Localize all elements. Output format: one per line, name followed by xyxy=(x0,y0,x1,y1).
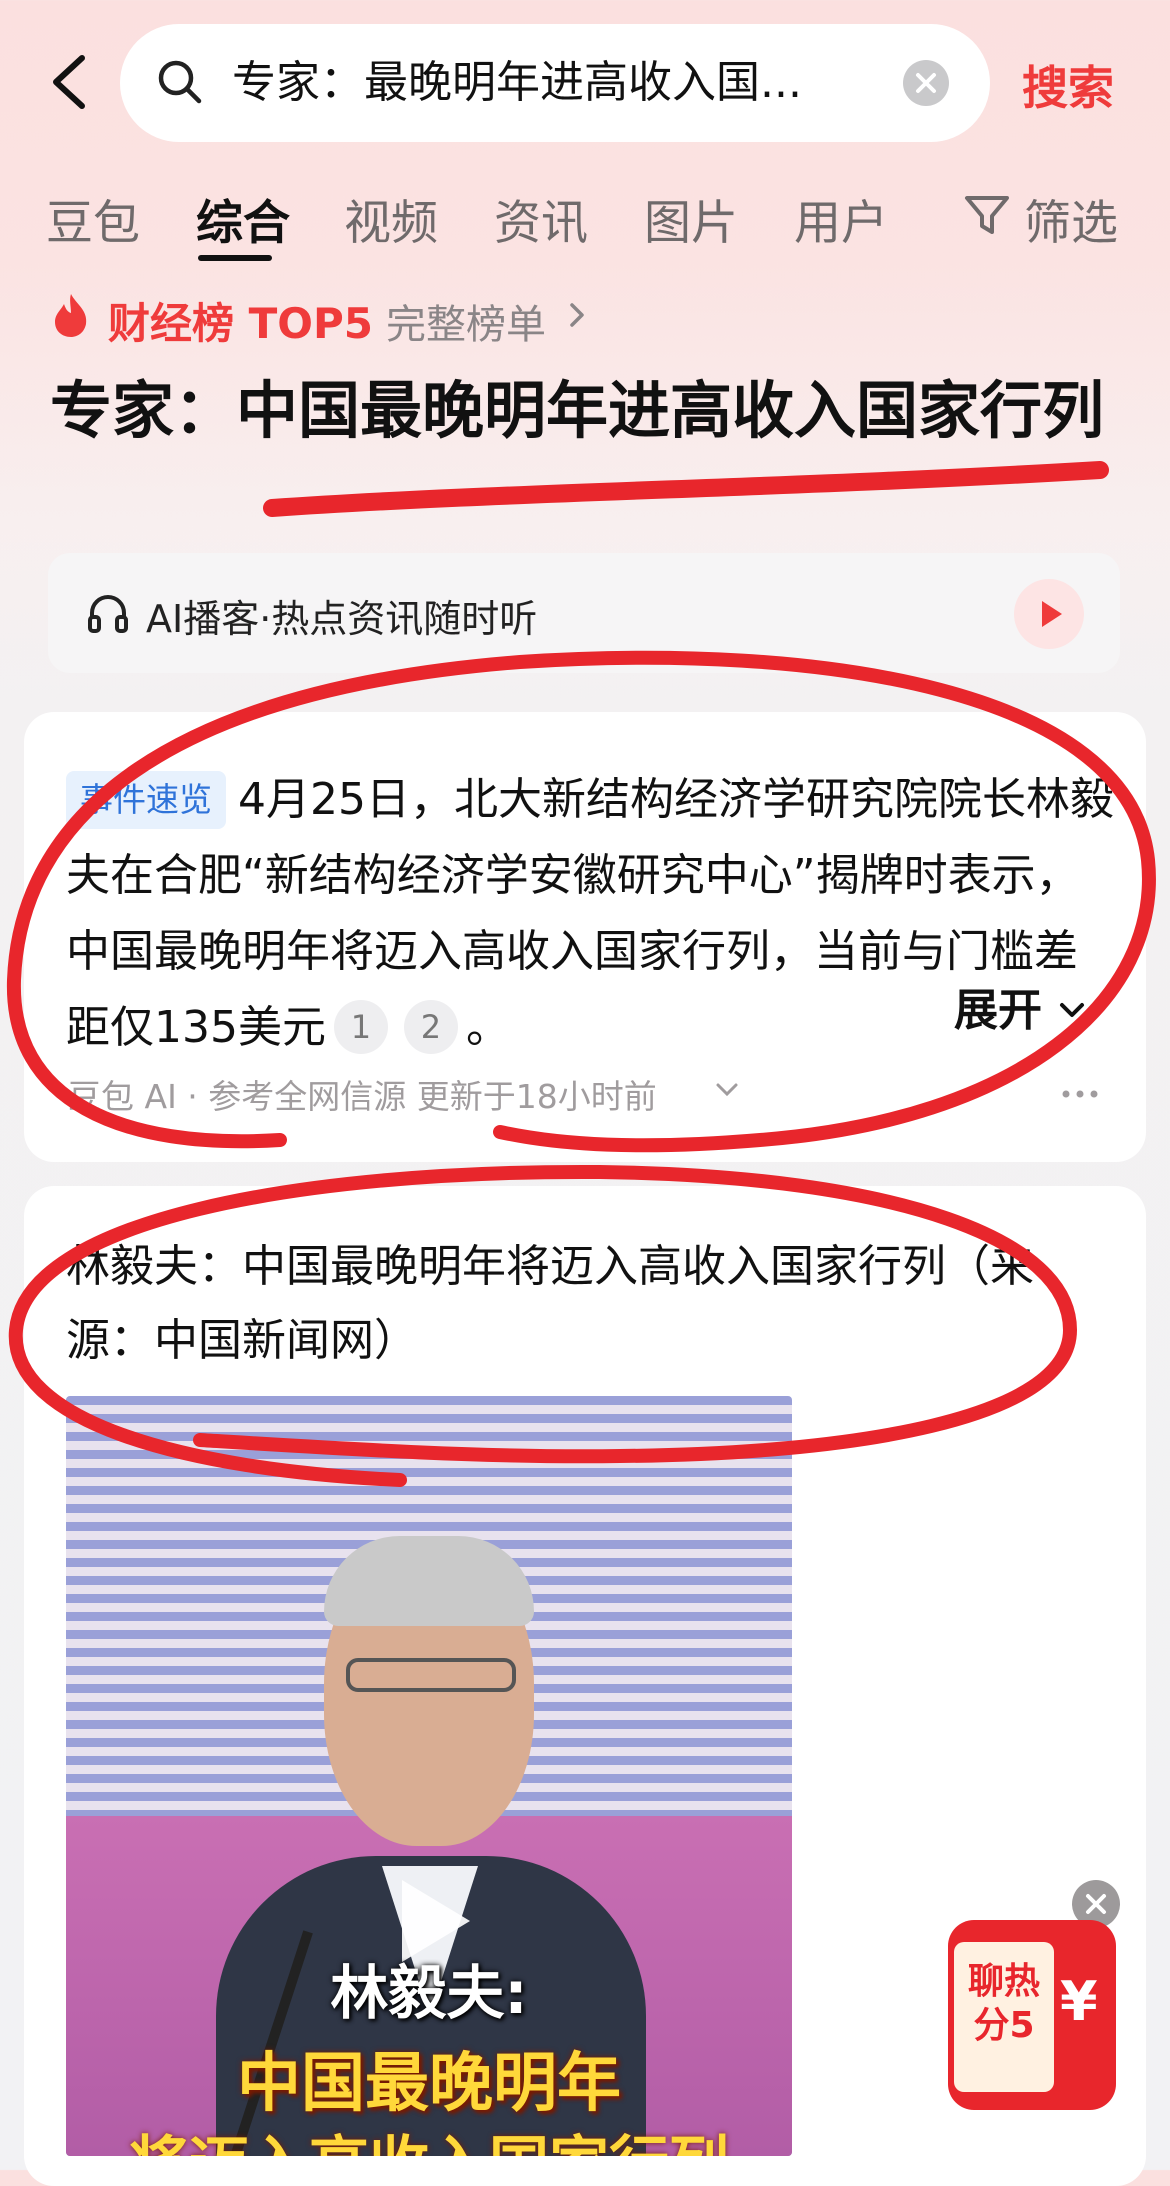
headline[interactable]: 专家：中国最晚明年进高收入国家行列 xyxy=(50,366,1120,456)
chevron-right-icon[interactable] xyxy=(566,300,588,330)
search-box[interactable]: 专家：最晚明年进高收入国... xyxy=(120,24,990,142)
podcast-label: AI播客·热点资讯随时听 xyxy=(146,597,538,641)
promo-line2: 分5 xyxy=(973,2005,1035,2046)
back-arrow-icon[interactable] xyxy=(44,52,96,112)
summary-end: 。 xyxy=(465,1002,510,1053)
search-input[interactable]: 专家：最晚明年进高收入国... xyxy=(232,54,892,112)
video-thumbnail[interactable]: 林毅夫: 中国最晚明年 将迈入高收入国家行列 xyxy=(66,1396,792,2156)
tab-users[interactable]: 用户 xyxy=(794,184,888,253)
promo-card: 聊热 分5 xyxy=(954,1942,1054,2092)
tab-news[interactable]: 资讯 xyxy=(494,184,588,253)
yen-icon: ¥ xyxy=(1060,1970,1098,2033)
expand-label: 展开 xyxy=(954,985,1042,1036)
tab-filter[interactable]: 筛选 xyxy=(1024,184,1118,253)
rank-label: 财经榜 TOP5 xyxy=(108,299,373,348)
speaker-glasses xyxy=(346,1658,516,1692)
active-tab-underline xyxy=(198,255,272,261)
tab-doubao[interactable]: 豆包 xyxy=(46,184,140,253)
search-icon xyxy=(156,58,204,106)
meta-chevron-down-icon[interactable] xyxy=(714,1080,740,1100)
event-summary-card[interactable]: 事件速览 4月25日，北大新结构经济学研究院院长林毅夫在合肥“新结构经济学安徽研究… xyxy=(24,712,1146,1162)
filter-icon[interactable] xyxy=(962,190,1012,240)
tab-video[interactable]: 视频 xyxy=(344,184,438,253)
headphone-icon xyxy=(86,591,130,635)
citation-2[interactable]: 2 xyxy=(403,1000,458,1054)
headline-underline-stroke xyxy=(263,461,1109,517)
event-badge: 事件速览 xyxy=(66,771,226,829)
speaker-hair xyxy=(324,1536,534,1626)
video-caption-line2: 中国最晚明年 xyxy=(237,2047,621,2121)
promo-line1: 聊热 xyxy=(967,1961,1040,2002)
ai-podcast-bar[interactable]: AI播客·热点资讯随时听 xyxy=(48,553,1120,673)
fire-icon xyxy=(52,292,90,338)
clear-icon[interactable] xyxy=(903,60,949,106)
more-icon[interactable] xyxy=(1060,1068,1100,1109)
source-meta: 豆包 AI · 参考全网信源 更新于18小时前 xyxy=(68,1077,657,1116)
tab-comprehensive[interactable]: 综合 xyxy=(196,184,290,253)
expand-button[interactable]: 展开 xyxy=(954,974,1087,1038)
citation-1[interactable]: 1 xyxy=(333,1000,388,1054)
video-caption-line3: 将迈入高收入国家行列 xyxy=(66,2116,792,2156)
news-title[interactable]: 林毅夫：中国最晚明年将迈入高收入国家行列（来源：中国新闻网） xyxy=(66,1230,1076,1378)
full-ranking-link[interactable]: 完整榜单 xyxy=(386,292,546,350)
chevron-down-icon xyxy=(1060,1003,1085,1017)
red-packet-promo[interactable]: 聊热 分5 ¥ xyxy=(948,1920,1116,2110)
search-button[interactable]: 搜索 xyxy=(1022,52,1114,118)
video-caption-line1: 林毅夫: xyxy=(330,1959,528,2027)
tab-images[interactable]: 图片 xyxy=(644,184,738,253)
podcast-play-button[interactable] xyxy=(1014,579,1084,649)
